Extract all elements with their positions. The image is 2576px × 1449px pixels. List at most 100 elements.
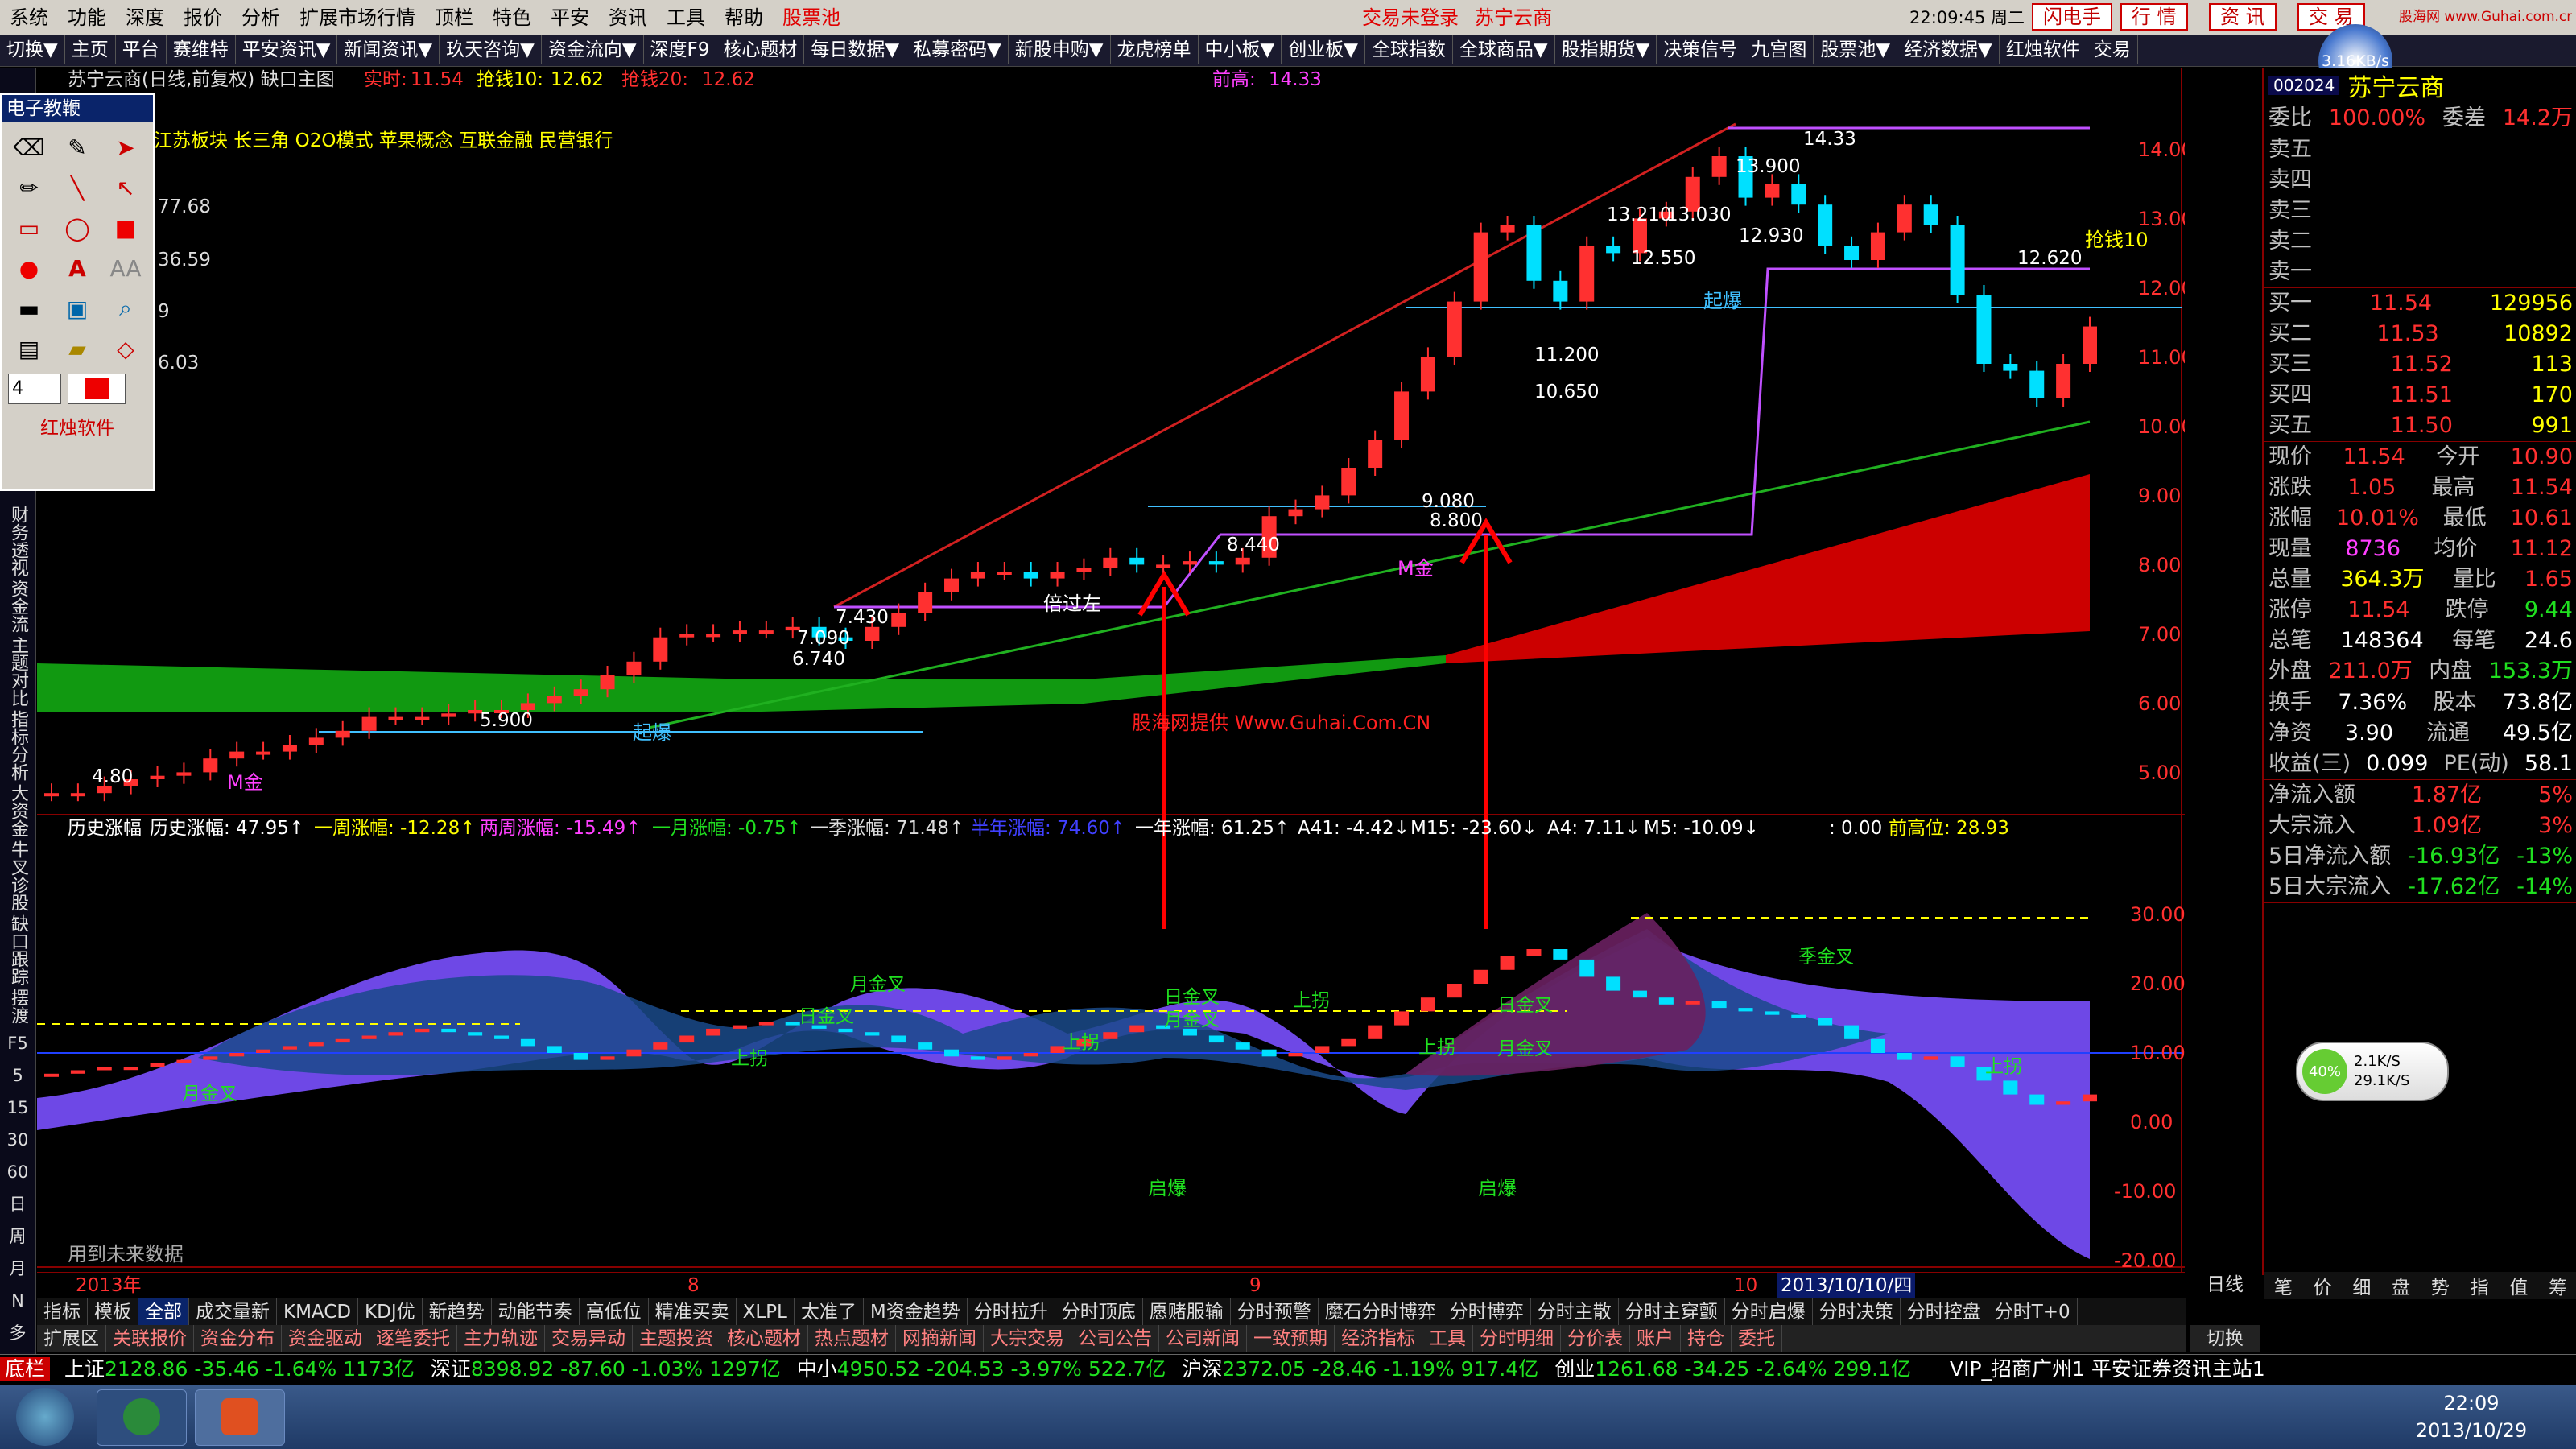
toolbar-item[interactable]: 交易 bbox=[2087, 35, 2138, 64]
ind-tab[interactable]: 指标 bbox=[37, 1298, 88, 1326]
ind-tab[interactable]: 精准买卖 bbox=[649, 1298, 737, 1326]
period-week[interactable]: 周 bbox=[0, 1220, 35, 1253]
arrowline-icon[interactable]: ↖ bbox=[105, 169, 147, 206]
panel-tab[interactable]: 势 bbox=[2431, 1272, 2450, 1299]
panel-tab[interactable]: 细 bbox=[2352, 1272, 2371, 1299]
ind-tab[interactable]: 模板 bbox=[88, 1298, 138, 1326]
toolbar-item[interactable]: 资金流向▼ bbox=[542, 35, 644, 64]
ind-tab[interactable]: 愿赌服输 bbox=[1143, 1298, 1231, 1326]
toolbar-item[interactable]: 红烛软件 bbox=[2000, 35, 2087, 64]
menu-item[interactable]: 帮助 bbox=[715, 0, 773, 35]
ticker-name[interactable]: 深证 bbox=[431, 1357, 471, 1381]
ext-tab[interactable]: 逐笔委托 bbox=[369, 1325, 457, 1352]
app-taskbar-icon[interactable] bbox=[195, 1389, 285, 1446]
toolbar-item[interactable]: 中小板▼ bbox=[1199, 35, 1282, 64]
menu-item[interactable]: 报价 bbox=[174, 0, 232, 35]
ext-tab[interactable]: 持仓 bbox=[1681, 1325, 1732, 1352]
ind-tab[interactable]: M资金趋势 bbox=[864, 1298, 968, 1326]
panel-tab[interactable]: 值 bbox=[2509, 1272, 2528, 1299]
ind-tab-active[interactable]: 全部 bbox=[138, 1298, 189, 1326]
toolbar-item[interactable]: 龙虎榜单 bbox=[1111, 35, 1199, 64]
panel-tab[interactable]: 价 bbox=[2314, 1272, 2332, 1299]
menu-item[interactable]: 深度 bbox=[116, 0, 174, 35]
ext-tab[interactable]: 关联报价 bbox=[106, 1325, 194, 1352]
ext-tab[interactable]: 主题投资 bbox=[633, 1325, 720, 1352]
ticker-name[interactable]: 沪深 bbox=[1182, 1357, 1222, 1381]
toolbar-item[interactable]: 主页 bbox=[65, 35, 116, 64]
main-chart[interactable]: 14.00 13.00 12.00 11.00 10.00 9.00 8.00 … bbox=[37, 68, 2185, 1275]
open-icon[interactable]: ▰ bbox=[56, 330, 98, 367]
picture-icon[interactable]: ▣ bbox=[56, 290, 98, 327]
ind-tab[interactable]: 分时主散 bbox=[1531, 1298, 1619, 1326]
ext-tab[interactable]: 公司新闻 bbox=[1159, 1325, 1247, 1352]
fillbar-icon[interactable]: ▬ bbox=[8, 290, 50, 327]
menu-item[interactable]: 平安 bbox=[541, 0, 599, 35]
ind-tab[interactable]: 分时控盘 bbox=[1901, 1298, 1988, 1326]
menu-item[interactable]: 扩展市场行情 bbox=[290, 0, 425, 35]
ticker-name[interactable]: 中小 bbox=[797, 1357, 837, 1381]
ext-tab[interactable]: 分价表 bbox=[1561, 1325, 1630, 1352]
period-day[interactable]: 日 bbox=[0, 1188, 35, 1220]
ext-tab[interactable]: 分时明细 bbox=[1473, 1325, 1561, 1352]
ext-tab[interactable]: 工具 bbox=[1422, 1325, 1473, 1352]
menu-item[interactable]: 资讯 bbox=[599, 0, 657, 35]
vtab[interactable]: 财务透视 bbox=[5, 506, 31, 576]
period-month[interactable]: 月 bbox=[0, 1253, 35, 1285]
ind-tab[interactable]: 分时预警 bbox=[1231, 1298, 1319, 1326]
toolbar-item[interactable]: 每日数据▼ bbox=[804, 35, 907, 64]
ext-tab[interactable]: 资金分布 bbox=[194, 1325, 282, 1352]
ind-tab[interactable]: 太准了 bbox=[795, 1298, 864, 1326]
taskbar-clock[interactable]: 22:09 2013/10/29 bbox=[2383, 1389, 2560, 1446]
toolbar-item[interactable]: 赛维特 bbox=[167, 35, 236, 64]
save-icon[interactable]: ▤ bbox=[8, 330, 50, 367]
period-30[interactable]: 30 bbox=[0, 1124, 35, 1156]
toolbar-item[interactable]: 创业板▼ bbox=[1282, 35, 1365, 64]
pen-icon[interactable]: ✎ bbox=[56, 129, 98, 166]
panel-tab[interactable]: 筹 bbox=[2549, 1272, 2567, 1299]
quotes-button[interactable]: 行 情 bbox=[2120, 3, 2188, 31]
ind-tab[interactable]: 高低位 bbox=[580, 1298, 649, 1326]
toolbar-item[interactable]: 切换▼ bbox=[0, 35, 65, 64]
ind-tab[interactable]: KDJ优 bbox=[358, 1298, 423, 1326]
news-button[interactable]: 资 讯 bbox=[2209, 3, 2277, 31]
ind-tab[interactable]: 分时启爆 bbox=[1725, 1298, 1813, 1326]
ind-tab[interactable]: 新趋势 bbox=[423, 1298, 492, 1326]
width-select[interactable]: 4 bbox=[8, 374, 61, 404]
flash-trade-button[interactable]: 闪电手 bbox=[2032, 3, 2112, 31]
period-f5[interactable]: F5 bbox=[0, 1027, 35, 1059]
ie-taskbar-icon[interactable] bbox=[97, 1389, 187, 1446]
toolbar-item[interactable]: 私募密码▼ bbox=[906, 35, 1009, 64]
fillellipse-icon[interactable]: ● bbox=[8, 250, 50, 287]
ext-tab[interactable]: 主力轨迹 bbox=[457, 1325, 545, 1352]
zoom-icon[interactable]: ⌕ bbox=[105, 290, 147, 327]
menu-item[interactable]: 顶栏 bbox=[425, 0, 483, 35]
menu-item[interactable]: 工具 bbox=[657, 0, 715, 35]
period-multi[interactable]: 多 bbox=[0, 1317, 35, 1349]
color-select[interactable] bbox=[68, 374, 126, 404]
vtab[interactable]: 摆渡 bbox=[5, 989, 31, 1024]
ind-tab[interactable]: 分时博弈 bbox=[1443, 1298, 1531, 1326]
toolbar-item[interactable]: 新闻资讯▼ bbox=[337, 35, 440, 64]
ind-tab[interactable]: 分时拉升 bbox=[968, 1298, 1055, 1326]
ind-tab[interactable]: 分时决策 bbox=[1813, 1298, 1901, 1326]
toolbar-item[interactable]: 全球指数 bbox=[1365, 35, 1453, 64]
menu-item-stockpool[interactable]: 股票池 bbox=[773, 0, 850, 35]
toolbar-item[interactable]: 九宫图 bbox=[1744, 35, 1814, 64]
toolbar-item[interactable]: 平安资讯▼ bbox=[236, 35, 338, 64]
vtab[interactable]: 资金流 bbox=[5, 580, 31, 633]
fillrect-icon[interactable]: ■ bbox=[105, 209, 147, 246]
panel-tab[interactable]: 指 bbox=[2471, 1272, 2489, 1299]
toolbar-item[interactable]: 股指期货▼ bbox=[1555, 35, 1657, 64]
ticker-name[interactable]: 创业 bbox=[1554, 1357, 1595, 1381]
ext-tab[interactable]: 核心题材 bbox=[720, 1325, 808, 1352]
menu-item[interactable]: 分析 bbox=[232, 0, 290, 35]
clear-icon[interactable]: ◇ bbox=[105, 330, 147, 367]
pencil-icon[interactable]: ✏ bbox=[8, 169, 50, 206]
ellipse-icon[interactable]: ◯ bbox=[56, 209, 98, 246]
toolbar-item[interactable]: 股票池▼ bbox=[1814, 35, 1898, 64]
text-icon[interactable]: A bbox=[56, 250, 98, 287]
vtab[interactable]: 牛叉诊股 bbox=[5, 840, 31, 911]
eraser-icon[interactable]: ⌫ bbox=[8, 129, 50, 166]
rect-icon[interactable]: ▭ bbox=[8, 209, 50, 246]
vtab[interactable]: 指标分析 bbox=[5, 710, 31, 781]
